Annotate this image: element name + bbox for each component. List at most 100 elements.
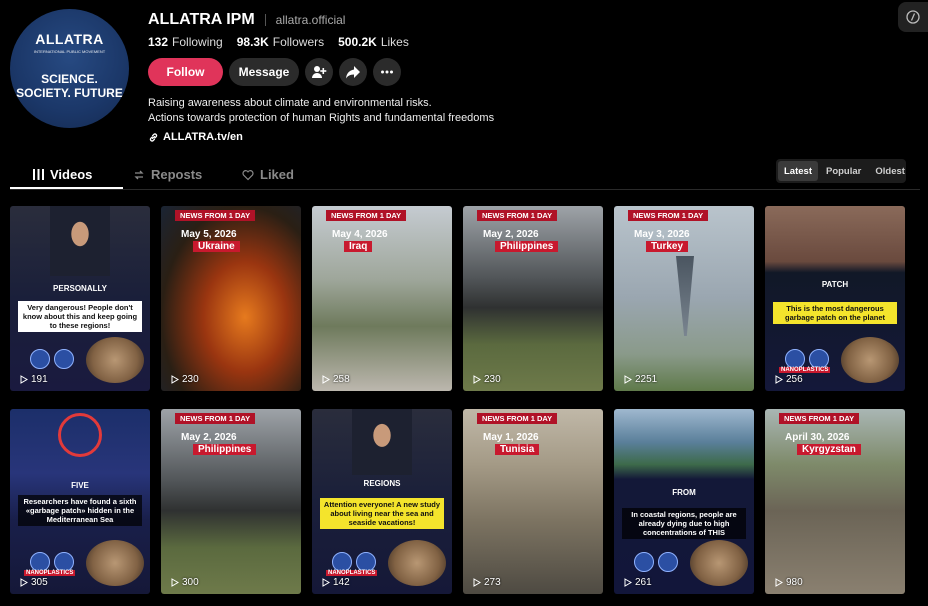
- more-button[interactable]: [373, 58, 401, 86]
- tab-reposts[interactable]: Reposts: [133, 160, 202, 189]
- view-count: 230: [171, 374, 199, 385]
- grid-icon: [33, 169, 44, 180]
- likes-count: 500.2K: [338, 35, 377, 49]
- profile-actions: Follow Message: [148, 58, 401, 86]
- video-tile[interactable]: NEWS FROM 1 DAY May 2, 2026 Philippines …: [161, 409, 301, 594]
- profile-link[interactable]: ALLATRA.tv/en: [148, 131, 243, 143]
- view-count-text: 230: [182, 374, 199, 385]
- video-tile[interactable]: NEWS FROM 1 DAY May 3, 2026 Turkey 2251: [614, 206, 754, 391]
- nanoplastics-label: NANOPLASTICS: [24, 570, 76, 576]
- view-count-text: 230: [484, 374, 501, 385]
- nanoplastics-label: NANOPLASTICS: [326, 570, 378, 576]
- video-place: Philippines: [495, 241, 559, 252]
- sort-popular[interactable]: Popular: [820, 161, 867, 181]
- video-tile[interactable]: PATCH This is the most dangerous garbage…: [765, 206, 905, 391]
- tab-videos[interactable]: Videos: [33, 160, 92, 189]
- brain-graphic: [841, 337, 899, 383]
- view-count: 273: [473, 577, 501, 588]
- stat-likes: 500.2K Likes: [338, 35, 409, 49]
- video-date: May 4, 2026: [332, 229, 388, 240]
- video-tile[interactable]: NEWS FROM 1 DAY May 5, 2026 Ukraine 230: [161, 206, 301, 391]
- play-icon: [473, 375, 481, 384]
- view-count: 191: [20, 374, 48, 385]
- view-count-text: 2251: [635, 374, 658, 385]
- video-tile[interactable]: NEWS FROM 1 DAY May 1, 2026 Tunisia 273: [463, 409, 603, 594]
- play-icon: [775, 578, 783, 587]
- video-place: Philippines: [193, 444, 257, 455]
- video-tile[interactable]: FROM In coastal regions, people are alre…: [614, 409, 754, 594]
- video-caption: Researchers have found a sixth «garbage …: [18, 495, 142, 526]
- stat-following[interactable]: 132 Following: [148, 35, 223, 49]
- news-badge: NEWS FROM 1 DAY: [175, 413, 256, 424]
- play-icon: [20, 375, 28, 384]
- profile-link-text: ALLATRA.tv/en: [163, 131, 243, 143]
- map-circle-graphic: [58, 413, 102, 457]
- news-badge: NEWS FROM 1 DAY: [779, 413, 860, 424]
- name-separator: [264, 14, 266, 26]
- compass-icon: [906, 10, 920, 24]
- video-tile[interactable]: NEWS FROM 1 DAY May 2, 2026 Philippines …: [463, 206, 603, 391]
- view-count: 256: [775, 374, 803, 385]
- name-row: ALLATRA IPM allatra.official: [148, 11, 345, 29]
- more-horizontal-icon: [381, 70, 393, 74]
- video-date: May 2, 2026: [181, 432, 237, 443]
- video-place: Tunisia: [495, 444, 540, 455]
- username: allatra.official: [275, 13, 346, 27]
- view-count-text: 142: [333, 577, 350, 588]
- video-tile[interactable]: NEWS FROM 1 DAY April 30, 2026 Kyrgyzsta…: [765, 409, 905, 594]
- video-tile[interactable]: FIVE Researchers have found a sixth «gar…: [10, 409, 150, 594]
- video-place: Ukraine: [193, 241, 240, 252]
- video-date: May 1, 2026: [483, 432, 539, 443]
- view-count: 258: [322, 374, 350, 385]
- heart-outline-icon: [242, 169, 254, 180]
- nanoplastics-label: NANOPLASTICS: [779, 367, 831, 373]
- play-icon: [775, 375, 783, 384]
- bio-line-2: Actions towards protection of human Righ…: [148, 112, 495, 124]
- video-date: May 3, 2026: [634, 229, 690, 240]
- view-count: 230: [473, 374, 501, 385]
- play-icon: [322, 375, 330, 384]
- video-tile[interactable]: REGIONS Attention everyone! A new study …: [312, 409, 452, 594]
- video-heading: FIVE: [71, 481, 89, 490]
- video-tile[interactable]: PERSONALLY Very dangerous! People don't …: [10, 206, 150, 391]
- video-caption: Attention everyone! A new study about li…: [320, 498, 444, 529]
- video-caption: In coastal regions, people are already d…: [622, 508, 746, 539]
- video-heading: PATCH: [821, 280, 849, 289]
- active-tab-indicator: [10, 187, 123, 189]
- sort-latest[interactable]: Latest: [778, 161, 818, 181]
- nanoplastics-icons: [30, 552, 74, 572]
- view-count: 261: [624, 577, 652, 588]
- bio-line-1: Raising awareness about climate and envi…: [148, 97, 432, 109]
- view-count-text: 305: [31, 577, 48, 588]
- video-date: May 5, 2026: [181, 229, 237, 240]
- nanoplastics-icons: [332, 552, 376, 572]
- corner-settings-button[interactable]: [898, 2, 928, 32]
- video-heading: REGIONS: [363, 479, 401, 488]
- stat-followers[interactable]: 98.3K Followers: [237, 35, 324, 49]
- display-name: ALLATRA IPM: [148, 11, 255, 28]
- play-icon: [322, 578, 330, 587]
- view-count: 2251: [624, 374, 657, 385]
- news-badge: NEWS FROM 1 DAY: [477, 413, 558, 424]
- tab-videos-label: Videos: [50, 167, 93, 182]
- video-heading: PERSONALLY: [53, 284, 107, 293]
- share-button[interactable]: [339, 58, 367, 86]
- view-count-text: 300: [182, 577, 199, 588]
- play-icon: [20, 578, 28, 587]
- person-plus-icon: [312, 66, 327, 78]
- sort-oldest[interactable]: Oldest: [869, 161, 911, 181]
- brain-graphic: [86, 337, 144, 383]
- view-count-text: 980: [786, 577, 803, 588]
- link-icon: [149, 132, 158, 142]
- add-friend-button[interactable]: [305, 58, 333, 86]
- video-tile[interactable]: NEWS FROM 1 DAY May 4, 2026 Iraq 258: [312, 206, 452, 391]
- tab-liked[interactable]: Liked: [242, 160, 294, 189]
- message-button[interactable]: Message: [229, 58, 299, 86]
- followers-count: 98.3K: [236, 35, 269, 49]
- profile-bio: Raising awareness about climate and envi…: [148, 96, 494, 126]
- tab-reposts-label: Reposts: [151, 167, 203, 182]
- follow-button[interactable]: Follow: [148, 58, 223, 86]
- video-place: Kyrgyzstan: [797, 444, 861, 455]
- profile-avatar[interactable]: ALLATRA INTERNATIONAL PUBLIC MOVEMENT SC…: [10, 9, 129, 128]
- repost-icon: [134, 170, 144, 179]
